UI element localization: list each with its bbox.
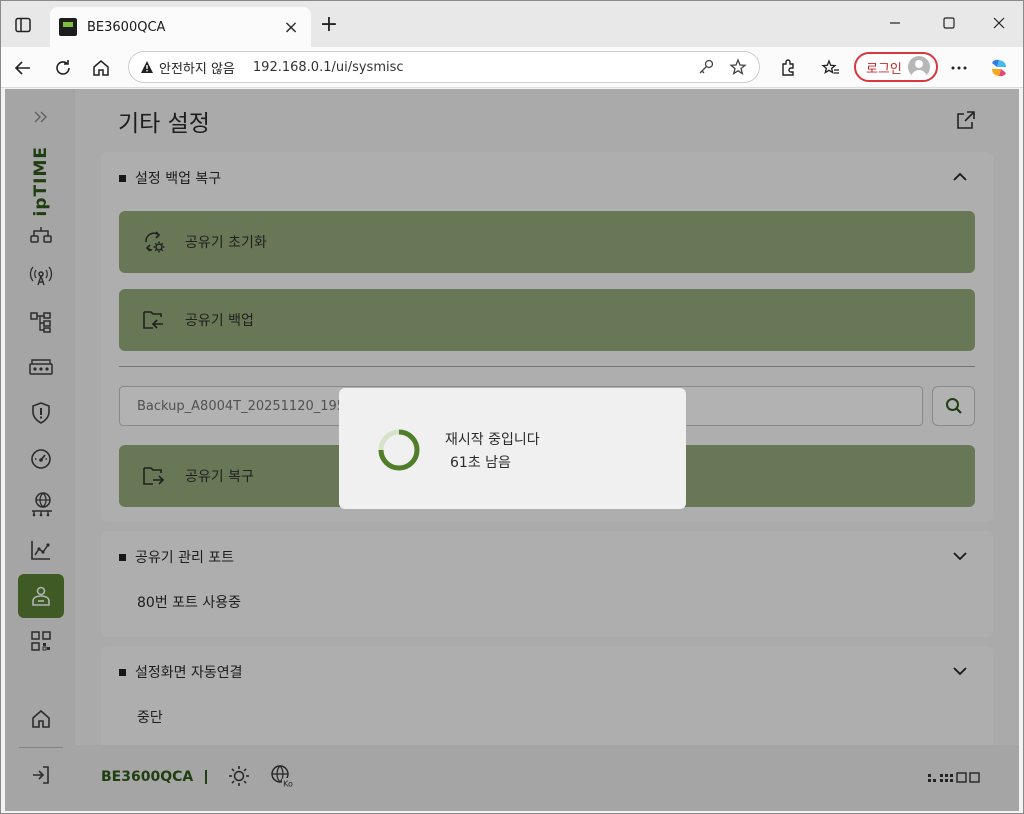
tab-active[interactable]: BE3600QCA × <box>50 7 311 47</box>
modal-countdown: 61초 남음 <box>450 455 511 471</box>
refresh-button[interactable] <box>50 55 76 81</box>
tab-actions-icon[interactable] <box>11 13 35 37</box>
reboot-modal: 재시작 중입니다 61초 남음 <box>339 388 686 509</box>
minimize-button[interactable] <box>883 11 907 35</box>
insecure-label[interactable]: 안전하지 않음 <box>159 58 235 77</box>
modal-title: 재시작 중입니다 <box>445 432 540 448</box>
login-button[interactable]: 로그인 <box>854 52 938 82</box>
copilot-icon[interactable] <box>986 55 1012 81</box>
more-options-icon[interactable] <box>946 55 972 81</box>
home-button[interactable] <box>88 55 114 81</box>
profile-avatar-icon <box>907 56 930 78</box>
key-icon[interactable] <box>695 56 717 78</box>
router-admin-page: ipTIME 기타 설정 설정 백업 복구 공유기 초기화 공유기 백업 Bac… <box>5 89 1019 811</box>
maximize-button[interactable] <box>937 11 961 35</box>
url-text[interactable]: 192.168.0.1/ui/sysmisc <box>253 60 695 75</box>
tab-title: BE3600QCA <box>87 19 166 35</box>
address-bar[interactable]: 안전하지 않음 192.168.0.1/ui/sysmisc <box>128 51 760 83</box>
loading-spinner-icon <box>378 429 420 471</box>
back-button[interactable] <box>10 55 36 81</box>
close-window-button[interactable] <box>987 11 1011 35</box>
router-favicon-icon <box>59 18 77 36</box>
extensions-icon[interactable] <box>775 55 801 81</box>
browser-window: BE3600QCA × + 안전하지 않음 192.168.0.1/ui/sys… <box>0 0 1024 814</box>
favorite-star-icon[interactable] <box>727 56 749 78</box>
tab-close-button[interactable]: × <box>281 17 301 38</box>
favorites-icon[interactable] <box>818 55 844 81</box>
tab-strip: BE3600QCA × + <box>1 1 1023 47</box>
warning-icon[interactable] <box>140 60 154 74</box>
navigation-bar: 안전하지 않음 192.168.0.1/ui/sysmisc 로그인 <box>1 47 1023 88</box>
new-tab-button[interactable]: + <box>317 12 341 37</box>
login-label: 로그인 <box>866 61 902 77</box>
